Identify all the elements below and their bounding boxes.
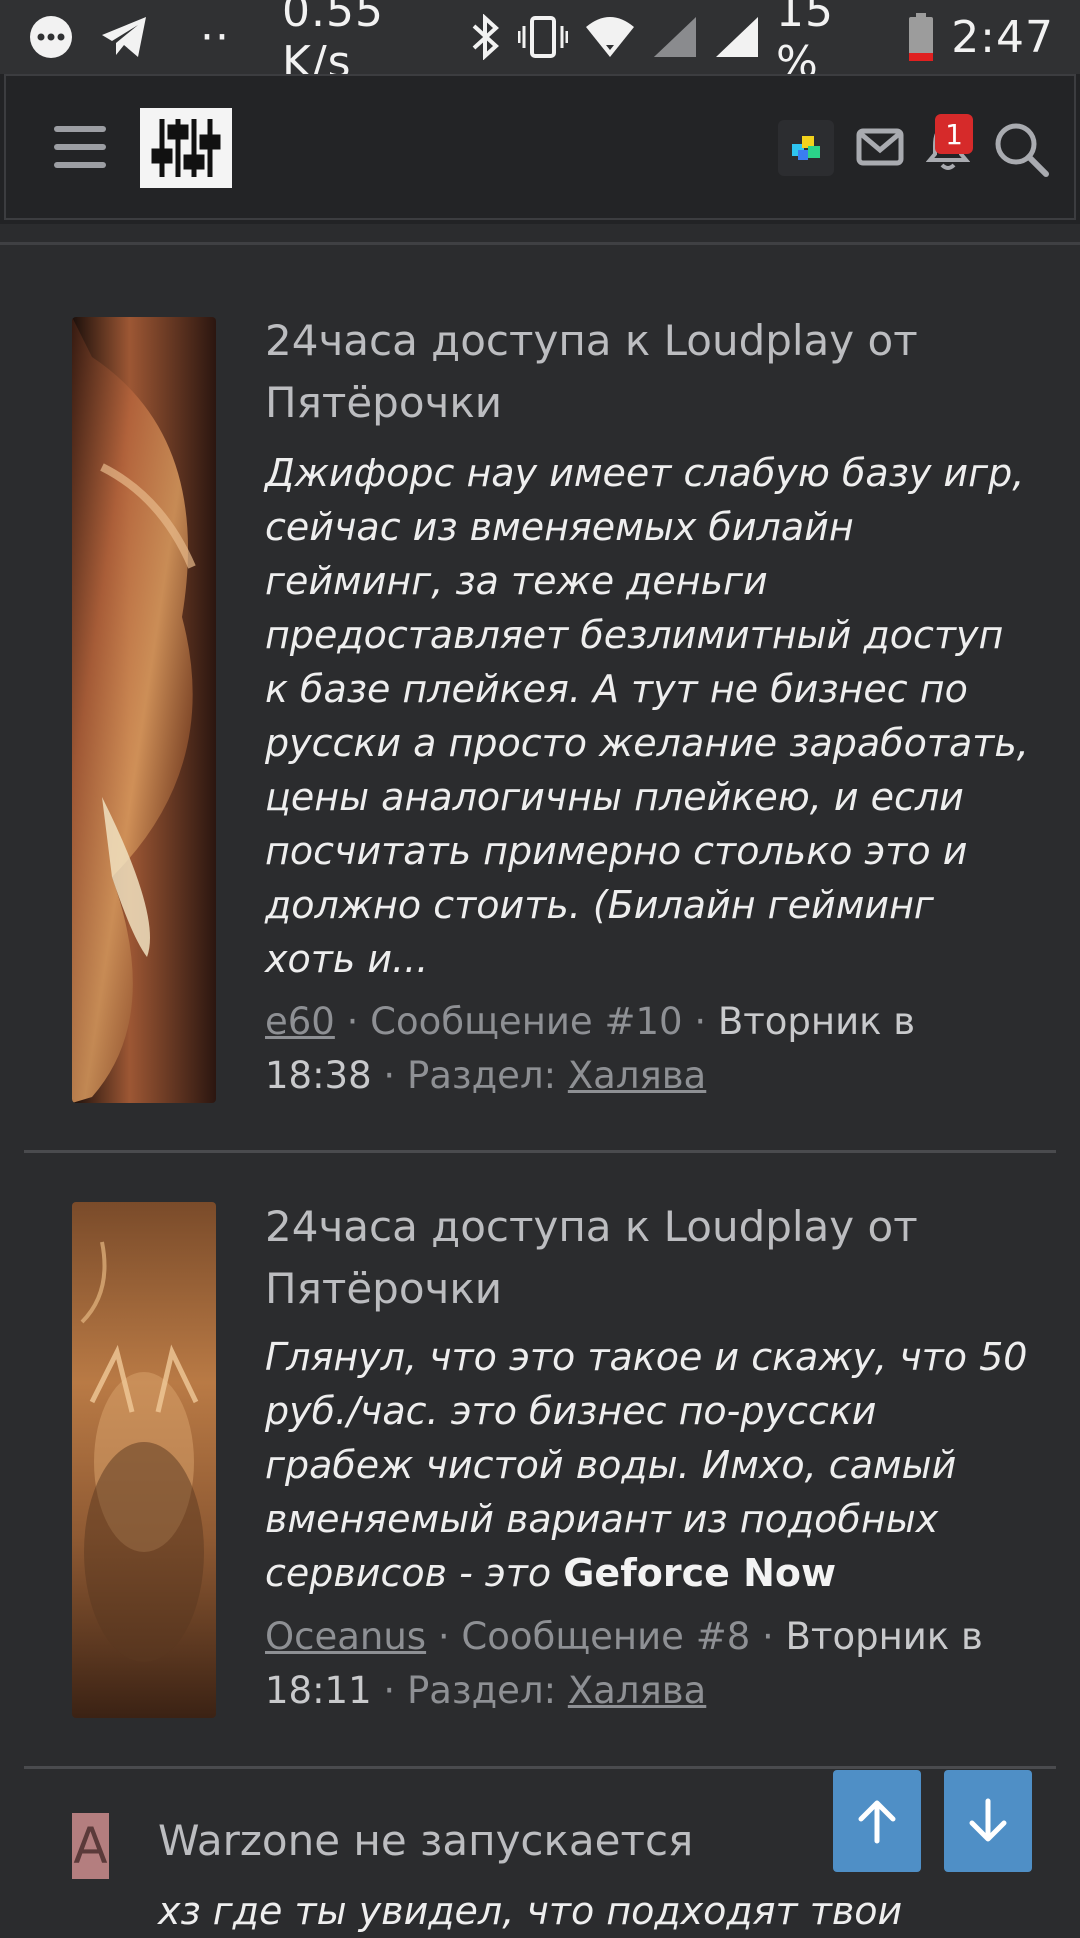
post-title-link[interactable]: Warzone не запускается [158,1810,918,1872]
colorful-squares-icon[interactable] [778,120,834,176]
meta-separator: · [437,1615,462,1658]
header-divider [0,242,1080,245]
status-bar: ·· 0.55 K/s 15 % 2:47 [0,0,1080,88]
section-link[interactable]: Халява [568,1054,706,1097]
notification-badge: 1 [935,114,973,154]
result-divider [24,1150,1056,1153]
post-snippet: хз где ты увидел, что подходят твои [158,1889,903,1933]
wifi-icon [584,15,636,59]
message-number: Сообщение #8 [461,1615,751,1658]
app-header: 1 [0,74,1080,224]
site-logo[interactable] [140,108,232,188]
avatar[interactable] [72,317,216,1103]
menu-icon[interactable] [54,126,106,172]
vibrate-icon [518,14,569,60]
overflow-dots: ·· [200,11,230,63]
signal-full-icon [714,15,760,59]
snippet-bold: Geforce Now [563,1551,837,1595]
post-meta: Oceanus · Сообщение #8 · Вторник в 18:11… [265,1610,1025,1718]
post-title-link[interactable]: 24часа доступа к Loudplay от Пятёрочки [265,310,1025,434]
post-meta: e60 · Сообщение #10 · Вторник в 18:38 · … [265,995,1025,1103]
arrow-up-icon [858,1800,896,1844]
result-divider [24,1766,1056,1769]
meta-separator: · [383,1669,407,1712]
mail-icon[interactable] [856,128,904,170]
post-snippet: Джифорс нау имеет слабую базу игр, сейча… [265,451,1029,981]
telegram-icon [100,15,150,59]
battery-icon [907,12,935,62]
header-bar [4,74,1076,220]
meta-separator: · [346,1000,371,1043]
section-link[interactable]: Халява [568,1669,706,1712]
meta-separator: · [694,1000,718,1043]
section-label: Раздел: [406,1669,557,1712]
chat-bubble-icon [28,14,74,60]
author-link[interactable]: Oceanus [265,1615,426,1658]
post-title-link[interactable]: 24часа доступа к Loudplay от Пятёрочки [265,1196,1025,1320]
avatar-letter[interactable]: A [72,1813,109,1879]
author-link[interactable]: e60 [265,1000,335,1043]
scroll-down-button[interactable] [944,1770,1032,1872]
meta-separator: · [762,1615,786,1658]
avatar[interactable] [72,1202,216,1718]
meta-separator: · [383,1054,407,1097]
signal-icon [652,15,698,59]
scroll-up-button[interactable] [833,1770,921,1872]
arrow-down-icon [969,1798,1007,1842]
search-icon[interactable] [992,120,1050,182]
bluetooth-icon [468,14,502,60]
message-number: Сообщение #10 [370,1000,683,1043]
clock: 2:47 [951,11,1054,63]
post-snippet: Глянул, что это такое и скажу, что 50 ру… [265,1330,1035,1600]
section-label: Раздел: [406,1054,557,1097]
